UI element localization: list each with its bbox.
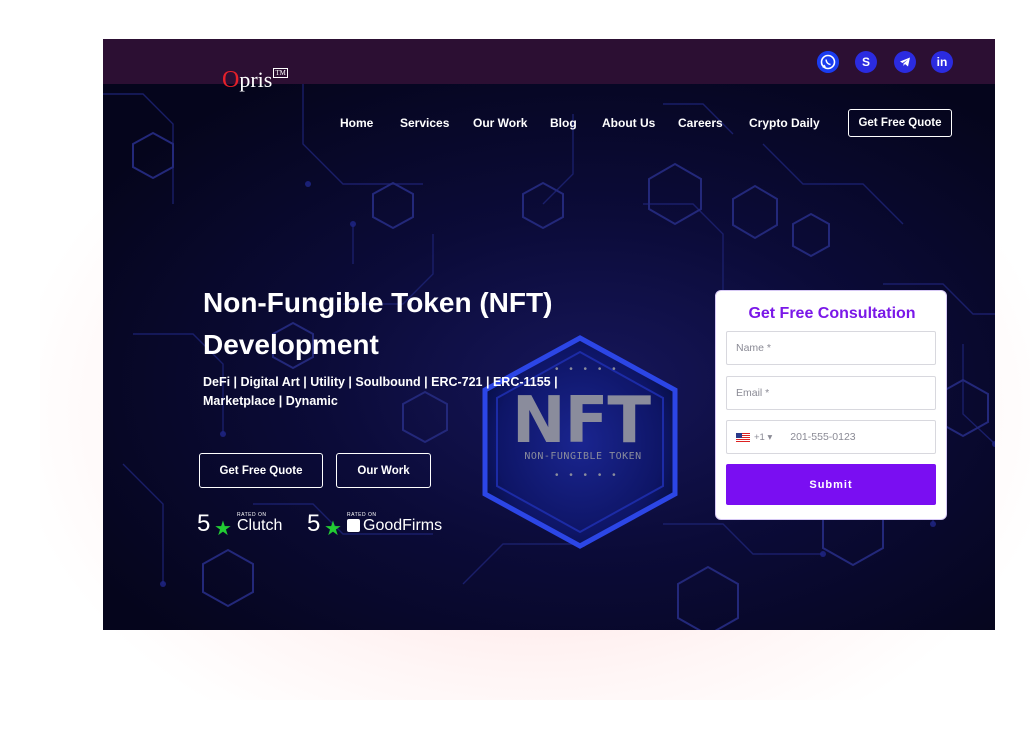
submit-button[interactable]: Submit [726,464,936,505]
logo-tm: TM [273,68,288,78]
phone-field[interactable]: +1 ▾ 201-555-0123 [726,420,936,454]
opris-logo[interactable]: Opris TM [222,67,288,94]
goodfirms-logo-icon [347,519,360,532]
star-icon: ★ [214,518,232,540]
name-field[interactable]: Name * [726,331,936,365]
goodfirms-score: 5 [307,510,321,537]
hero-subtitle: DeFi | Digital Art | Utility | Soulbound… [203,373,583,411]
goodfirms-logo-text: GoodFirms [363,517,443,534]
nav-home[interactable]: Home [340,116,373,130]
hero-subtitle-line2: Marketplace | Dynamic [203,394,338,408]
nav-our-work[interactable]: Our Work [473,116,527,130]
nft-badge-subtext: NON-FUNGIBLE TOKEN [524,451,642,462]
email-placeholder: Email * [736,387,770,399]
logo-text: pris [239,67,273,92]
hero-section: • • • • • NFT NON-FUNGIBLE TOKEN • • • •… [103,84,995,630]
clutch-rating[interactable]: 5 ★ RATED ON Clutch [197,510,297,540]
nav-crypto-daily[interactable]: Crypto Daily [749,116,820,130]
hero-subtitle-line1: DeFi | Digital Art | Utility | Soulbound… [203,375,558,389]
name-placeholder: Name * [736,342,772,354]
email-field[interactable]: Email * [726,376,936,410]
nav-get-quote-button[interactable]: Get Free Quote [848,109,952,137]
main-nav: Opris TM Home Services Our Work Blog Abou… [103,39,995,137]
hero-our-work-button[interactable]: Our Work [336,453,431,488]
star-icon: ★ [324,518,342,540]
nav-careers[interactable]: Careers [678,116,723,130]
nav-about-us[interactable]: About Us [602,116,655,130]
nft-dots-bottom: • • • • • [555,470,620,481]
clutch-score: 5 [197,510,211,537]
clutch-logo-text: Clutch [237,517,283,534]
hero-title: Non-Fungible Token (NFT) Development [203,282,663,366]
phone-placeholder: 201-555-0123 [790,431,856,443]
consultation-form: Get Free Consultation Name * Email * +1 … [715,290,947,520]
nav-blog[interactable]: Blog [550,116,577,130]
us-flag-icon[interactable] [736,432,750,442]
form-title: Get Free Consultation [748,305,916,322]
nav-services[interactable]: Services [400,116,449,130]
hero-title-line2: Development [203,329,379,360]
website-screenshot: S in • • • • • NFT NON-FUNGIBLE TOKEN • … [103,39,995,630]
logo-o: O [222,67,240,93]
hero-title-line1: Non-Fungible Token (NFT) [203,287,553,318]
goodfirms-rating[interactable]: 5 ★ RATED ON GoodFirms [307,510,447,540]
country-code-select[interactable]: +1 ▾ [754,432,772,443]
hero-get-quote-button[interactable]: Get Free Quote [199,453,323,488]
